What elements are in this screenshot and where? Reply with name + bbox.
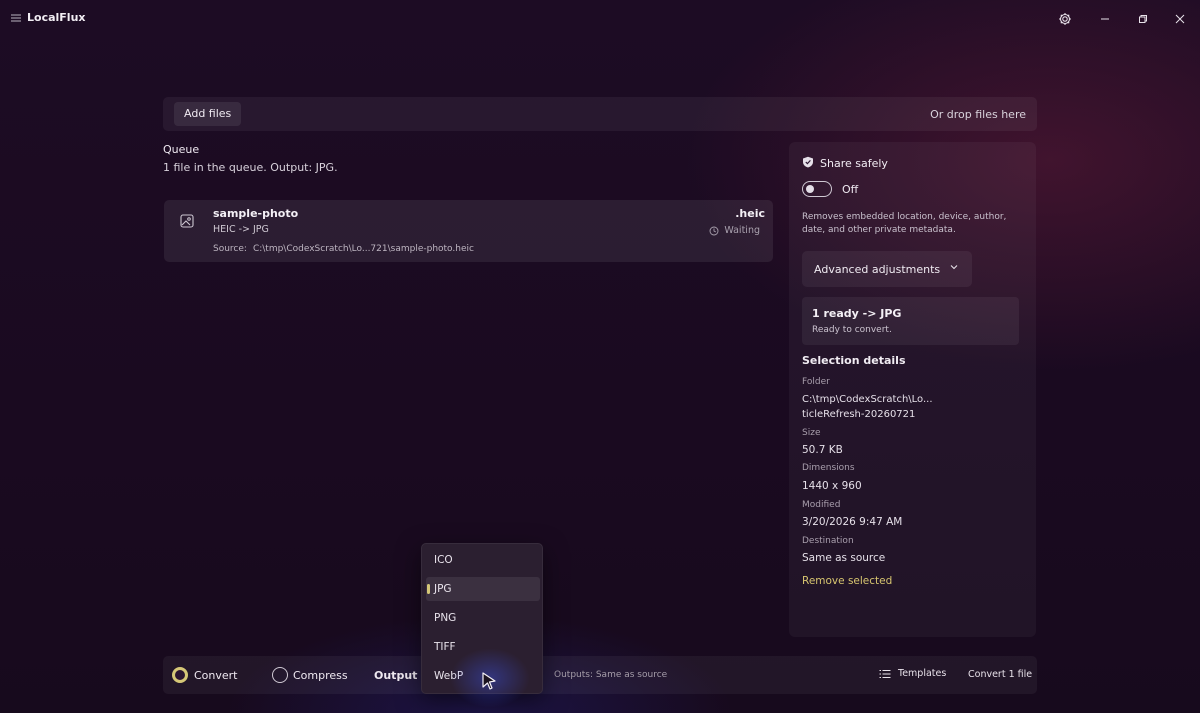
dimensions-value: 1440 x 960: [802, 480, 862, 492]
advanced-adjustments-label: Advanced adjustments: [814, 262, 941, 276]
queue-title: Queue: [163, 143, 200, 156]
list-icon: [879, 669, 891, 678]
advanced-adjustments-button[interactable]: Advanced adjustments: [802, 251, 972, 287]
drop-zone[interactable]: Add files Or drop files here: [163, 97, 1037, 131]
title-bar: LocalFlux: [0, 0, 1200, 38]
format-option-jpg[interactable]: JPG: [426, 577, 540, 601]
folder-value-line2: ticleRefresh-20260721: [802, 409, 916, 420]
file-extension: .heic: [735, 207, 765, 220]
output-label: Output: [374, 669, 418, 682]
selection-details-title: Selection details: [802, 354, 906, 367]
format-option-png[interactable]: PNG: [426, 606, 540, 630]
outputs-info: Outputs: Same as source: [554, 670, 668, 680]
toggle-knob: [806, 185, 814, 193]
mouse-cursor-icon: [482, 672, 496, 690]
clock-icon: [709, 226, 719, 235]
modified-label: Modified: [802, 500, 841, 510]
destination-value: Same as source: [802, 552, 886, 564]
source-path: C:\tmp\CodexScratch\Lo...721\sample-phot…: [252, 244, 474, 254]
ready-summary: 1 ready -> JPG Ready to convert.: [802, 297, 1019, 345]
share-safely-description: Removes embedded location, device, autho…: [802, 212, 1007, 235]
templates-label: Templates: [898, 668, 947, 679]
compress-label[interactable]: Compress: [293, 669, 348, 682]
remove-selected-link[interactable]: Remove selected: [802, 575, 892, 587]
drop-hint: Or drop files here: [930, 108, 1026, 121]
share-safely-toggle[interactable]: [802, 181, 832, 197]
minimize-icon: [1101, 18, 1109, 20]
add-files-button[interactable]: Add files: [174, 102, 242, 126]
file-name: sample-photo: [213, 207, 299, 220]
settings-button[interactable]: [1053, 8, 1077, 30]
restore-button[interactable]: [1131, 8, 1155, 30]
file-conversion: HEIC -> JPG: [213, 224, 269, 235]
format-option-ico[interactable]: ICO: [426, 548, 540, 572]
minimize-button[interactable]: [1093, 8, 1117, 30]
ready-title: 1 ready -> JPG: [812, 307, 902, 320]
app-logo-icon: [11, 14, 21, 22]
file-status: Waiting: [709, 225, 760, 236]
shield-icon: [803, 156, 813, 168]
convert-label[interactable]: Convert: [194, 669, 238, 682]
chevron-down-icon: [950, 265, 958, 270]
restore-icon: [1139, 15, 1147, 23]
folder-value: C:\tmp\CodexScratch\Lo... ticleRefresh-2…: [802, 392, 972, 422]
size-label: Size: [802, 428, 821, 438]
folder-value-line1: C:\tmp\CodexScratch\Lo...: [802, 394, 933, 405]
templates-button[interactable]: Templates: [879, 668, 946, 679]
close-icon: [1175, 14, 1185, 24]
details-panel: Share safely Off Removes embedded locati…: [789, 142, 1036, 637]
size-value: 50.7 KB: [802, 444, 843, 456]
close-button[interactable]: [1168, 8, 1192, 30]
convert-files-button[interactable]: Convert 1 file: [968, 669, 1032, 680]
image-file-icon: [180, 214, 194, 228]
share-safely-title: Share safely: [820, 157, 888, 170]
gear-icon: [1059, 13, 1071, 25]
app-title: LocalFlux: [27, 11, 86, 24]
share-safely-state: Off: [842, 183, 859, 196]
queue-summary: 1 file in the queue. Output: JPG.: [163, 161, 338, 174]
queue-item[interactable]: sample-photo HEIC -> JPG Source: C:\tmp\C…: [164, 200, 773, 262]
dimensions-label: Dimensions: [802, 463, 855, 473]
source-label: Source:: [213, 244, 247, 254]
destination-label: Destination: [802, 536, 854, 546]
status-text: Waiting: [724, 225, 760, 236]
compress-radio[interactable]: [272, 667, 288, 683]
action-bar: Convert Compress Output Outputs: Same as…: [163, 656, 1037, 694]
convert-radio[interactable]: [172, 667, 188, 683]
folder-label: Folder: [802, 377, 830, 387]
modified-value: 3/20/2026 9:47 AM: [802, 516, 903, 528]
file-source: Source: C:\tmp\CodexScratch\Lo...721\samp…: [213, 244, 474, 254]
ready-subtitle: Ready to convert.: [812, 325, 892, 335]
